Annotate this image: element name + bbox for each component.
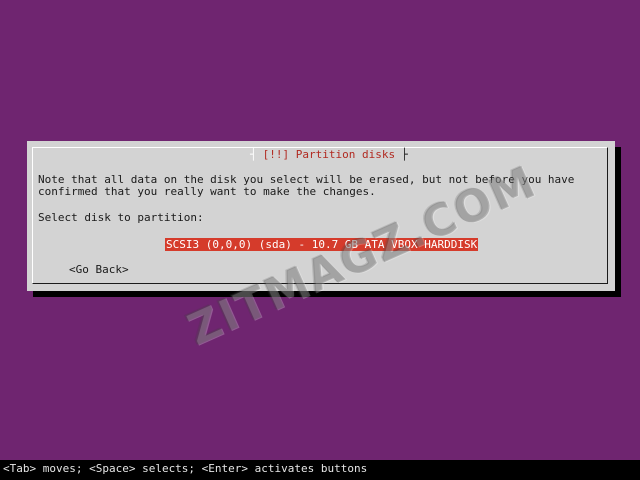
keyboard-help-bar: <Tab> moves; <Space> selects; <Enter> ac… xyxy=(0,460,640,480)
go-back-button[interactable]: <Go Back> xyxy=(69,264,129,276)
partition-disks-dialog: ┤ [!!] Partition disks ├ Note that all d… xyxy=(27,141,615,291)
message-line-2: confirmed that you really want to make t… xyxy=(38,185,376,198)
title-left-marker: ┤ xyxy=(250,148,257,161)
dialog-title-area: ┤ [!!] Partition disks ├ xyxy=(250,148,408,162)
dialog-frame: ┤ [!!] Partition disks ├ Note that all d… xyxy=(32,147,608,284)
disk-option-selected[interactable]: SCSI3 (0,0,0) (sda) - 10.7 GB ATA VBOX H… xyxy=(165,238,479,251)
dialog-title: [!!] Partition disks xyxy=(262,148,396,161)
select-disk-prompt: Select disk to partition: xyxy=(38,211,204,224)
title-right-marker: ├ xyxy=(401,148,408,161)
